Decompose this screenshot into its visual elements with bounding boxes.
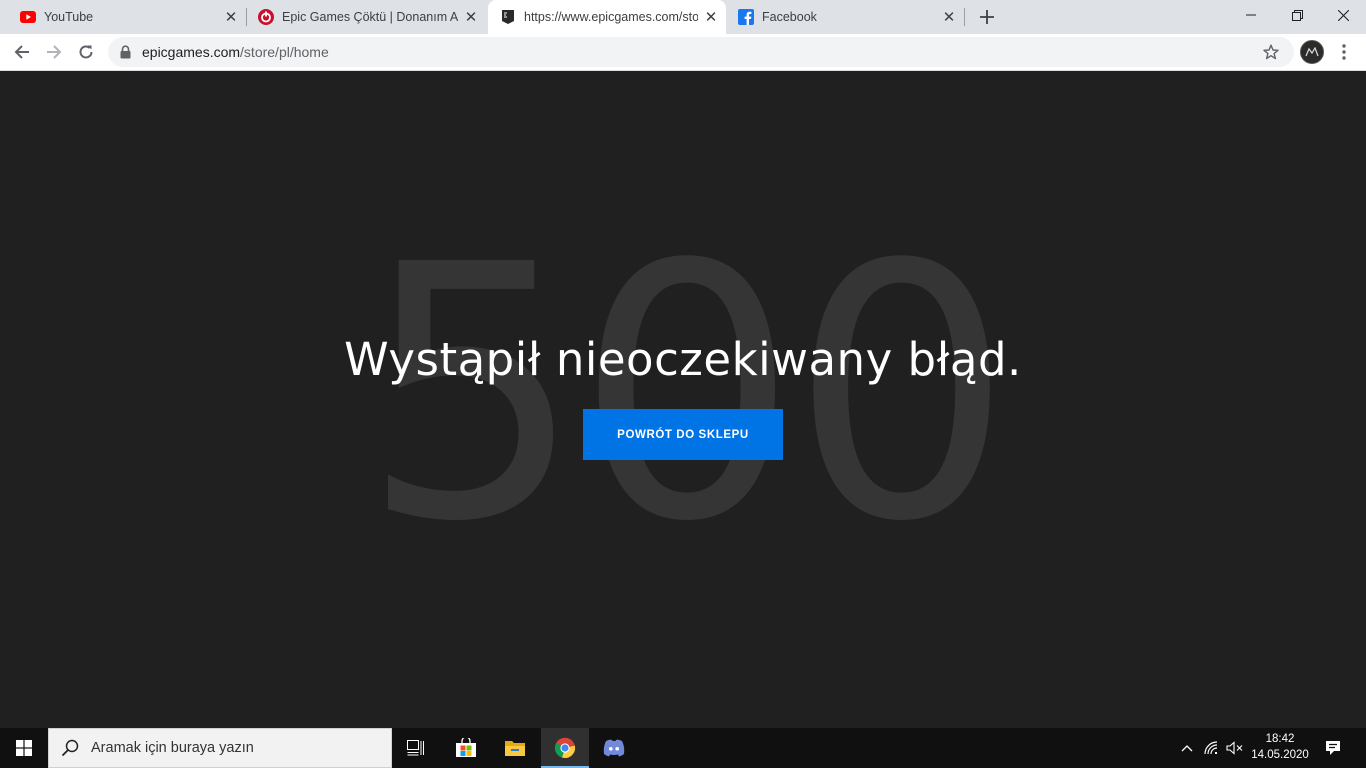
error-page: 500 Wystąpił nieoczekiwany błąd. POWRÓT … [0, 71, 1366, 728]
discord-icon[interactable] [590, 728, 638, 768]
search-placeholder: Aramak için buraya yazın [91, 740, 254, 756]
tab-title: YouTube [44, 10, 94, 24]
minimize-button[interactable] [1228, 0, 1274, 30]
tab-facebook[interactable]: Facebook ✕ [728, 0, 965, 34]
windows-start-button[interactable] [0, 728, 48, 768]
reload-icon [79, 45, 93, 59]
url-host: epicgames.com [142, 44, 241, 60]
close-tab-icon[interactable]: ✕ [462, 8, 480, 26]
lock-icon [120, 45, 132, 59]
reload-button[interactable] [71, 37, 101, 67]
tab-donanim-arsivi[interactable]: Epic Games Çöktü | Donanım Arşivi ✕ [248, 0, 486, 34]
clock-time: 18:42 [1265, 733, 1295, 745]
tab-title: https://www.epicgames.com/store/pl/home [524, 10, 698, 24]
close-tab-icon[interactable]: ✕ [940, 8, 958, 26]
tab-separator [246, 8, 247, 26]
youtube-icon [20, 9, 36, 25]
browser-toolbar: epicgames.com/store/pl/home [0, 34, 1366, 71]
action-center-icon[interactable] [1318, 728, 1348, 768]
profile-avatar-icon [1305, 47, 1319, 57]
back-arrow-icon [14, 45, 29, 59]
search-icon [61, 738, 81, 758]
epic-games-icon [500, 9, 516, 25]
address-bar[interactable]: epicgames.com/store/pl/home [108, 37, 1294, 67]
forward-button[interactable] [39, 37, 69, 67]
donanim-arsivi-icon [258, 9, 274, 25]
wifi-icon[interactable] [1202, 728, 1222, 768]
url-path: /store/pl/home [240, 44, 329, 60]
profile-avatar[interactable] [1300, 40, 1324, 64]
taskbar-clock[interactable]: 18:42 14.05.2020 [1248, 731, 1312, 763]
tab-title: Epic Games Çöktü | Donanım Arşivi [282, 10, 458, 24]
chrome-icon[interactable] [541, 728, 589, 768]
error-message: Wystąpił nieoczekiwany błąd. [344, 333, 1022, 386]
restore-button[interactable] [1274, 0, 1320, 30]
taskbar-search-box[interactable]: Aramak için buraya yazın [48, 728, 392, 768]
windows-logo-icon [16, 740, 32, 756]
bookmark-star-icon[interactable] [1262, 43, 1280, 61]
clock-date: 14.05.2020 [1251, 749, 1309, 761]
tab-youtube[interactable]: YouTube ✕ [0, 0, 247, 34]
tab-separator [964, 8, 965, 26]
volume-muted-icon[interactable] [1224, 728, 1246, 768]
url-text: epicgames.com/store/pl/home [142, 44, 329, 60]
tab-title: Facebook [762, 10, 817, 24]
tab-epic-games[interactable]: https://www.epicgames.com/store/pl/home … [488, 0, 726, 34]
error-code: 500 [360, 190, 1013, 598]
close-tab-icon[interactable]: ✕ [222, 8, 240, 26]
tab-strip: YouTube ✕ Epic Games Çöktü | Donanım Arş… [0, 0, 1366, 34]
close-tab-icon[interactable]: ✕ [702, 8, 720, 26]
show-hidden-icons-chevron-icon[interactable] [1176, 728, 1198, 768]
close-window-button[interactable] [1320, 0, 1366, 30]
browser-menu-icon[interactable] [1334, 40, 1354, 64]
new-tab-button[interactable] [975, 5, 999, 29]
facebook-icon [738, 9, 754, 25]
forward-arrow-icon [47, 45, 62, 59]
microsoft-store-icon[interactable] [442, 728, 490, 768]
task-view-icon[interactable] [392, 728, 440, 768]
back-to-store-button[interactable]: POWRÓT DO SKLEPU [583, 409, 783, 460]
back-button[interactable] [7, 37, 37, 67]
windows-taskbar: Aramak için buraya yazın 18:42 14.05.202… [0, 728, 1366, 768]
file-explorer-icon[interactable] [491, 728, 539, 768]
